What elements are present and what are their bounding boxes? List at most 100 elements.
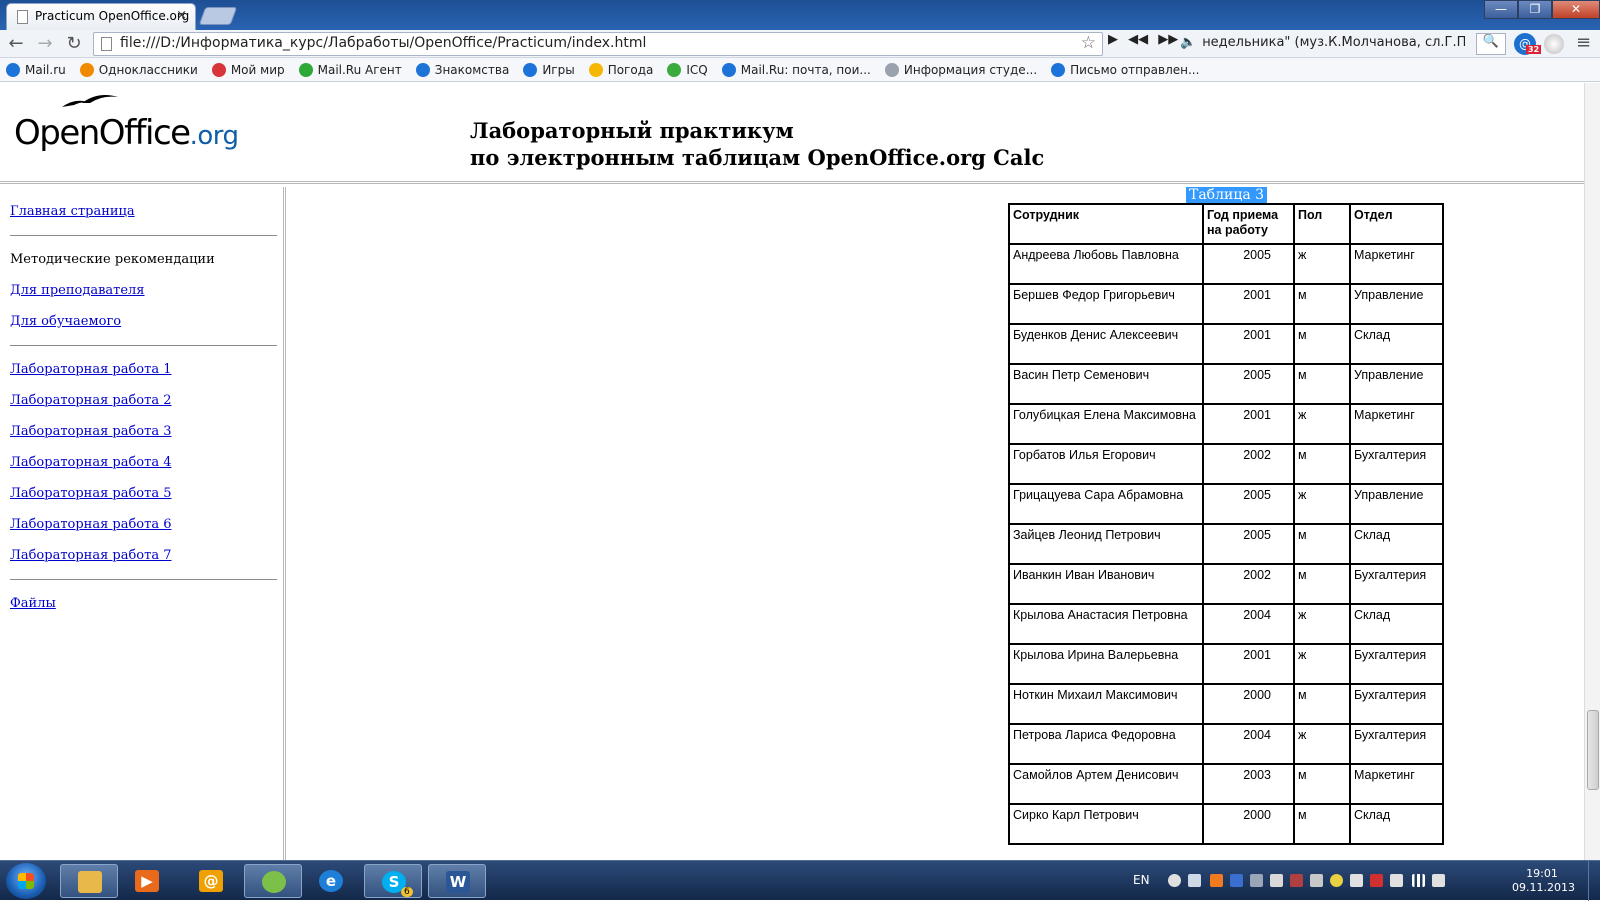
cell-employee: Сирко Карл Петрович [1008, 803, 1204, 845]
speaker-icon[interactable]: 🔈 [1180, 35, 1196, 50]
search-icon[interactable]: 🔍 [1476, 33, 1506, 55]
sidebar-link-files[interactable]: Файлы [10, 596, 283, 611]
sidebar-link-lab-5[interactable]: Лабораторная работа 5 [10, 486, 283, 501]
tray-app-icon[interactable] [1330, 874, 1343, 887]
taskbar-skype-button[interactable]: S6 [364, 864, 422, 898]
antivirus-icon[interactable] [1370, 874, 1383, 887]
bookmark-item[interactable]: Знакомства [415, 62, 509, 77]
taskbar-word-button[interactable]: W [428, 864, 486, 898]
column-header-gender: Пол [1293, 203, 1351, 245]
flag-icon[interactable] [1270, 874, 1283, 887]
address-bar[interactable]: file:///D:/Информатика_курс/Лабработы/Op… [93, 32, 1103, 56]
sidebar-link-home[interactable]: Главная страница [10, 204, 283, 219]
cell-department: Управление [1349, 483, 1444, 525]
media-player-icon: ▶ [135, 870, 159, 892]
clock-date: 09.11.2013 [1512, 881, 1575, 894]
table-row: Иванкин Иван Иванович 2002 м Бухгалтерия [1008, 563, 1444, 605]
bookmark-item[interactable]: Мой мир [211, 62, 285, 77]
volume-icon[interactable] [1432, 874, 1445, 887]
bookmark-item[interactable]: Игры [523, 62, 575, 77]
bookmark-item[interactable]: Погода [588, 62, 654, 77]
tab-close-icon[interactable]: × [176, 8, 187, 23]
bookmark-label: Игры [542, 62, 575, 77]
cell-department: Склад [1349, 603, 1444, 645]
cell-gender: м [1293, 363, 1351, 405]
mail-extension-icon[interactable]: @32 [1514, 33, 1542, 55]
browser-tab-active[interactable]: Practicum OpenOffice.org × [6, 3, 196, 30]
close-button[interactable]: ✕ [1552, 0, 1600, 19]
forward-button[interactable]: → [33, 32, 57, 56]
new-tab-button[interactable] [198, 7, 238, 25]
taskbar-media-player-button[interactable]: ▶ [118, 864, 176, 898]
cell-employee: Бершев Федор Григорьевич [1008, 283, 1204, 325]
tray-app-icon[interactable] [1290, 874, 1303, 887]
table-row: Крылова Анастасия Петровна 2004 ж Склад [1008, 603, 1444, 645]
bookmark-favicon-icon [721, 62, 736, 77]
cell-hire-year: 2005 [1202, 523, 1295, 565]
start-button[interactable] [6, 863, 46, 899]
show-desktop-button[interactable] [1588, 861, 1600, 901]
logo-birds-icon [62, 95, 118, 107]
menu-icon[interactable]: ≡ [1576, 32, 1591, 53]
bookmark-item[interactable]: Информация студе... [884, 62, 1038, 77]
page-header: OpenOffice.org Лабораторный практикум по… [0, 83, 1584, 184]
minimize-button[interactable]: — [1484, 0, 1518, 19]
sidebar-link-lab-7[interactable]: Лабораторная работа 7 [10, 548, 283, 563]
bookmark-label: Информация студе... [903, 62, 1038, 77]
taskbar-browser-button[interactable] [244, 864, 302, 898]
cell-department: Склад [1349, 323, 1444, 365]
usb-icon[interactable] [1250, 874, 1263, 887]
tray-app-icon[interactable] [1210, 874, 1223, 887]
cell-department: Бухгалтерия [1349, 643, 1444, 685]
sidebar-link-lab-1[interactable]: Лабораторная работа 1 [10, 362, 283, 377]
tray-app-icon[interactable] [1390, 874, 1403, 887]
bookmark-item[interactable]: Mail.Ru Агент [298, 62, 402, 77]
bluetooth-icon[interactable] [1230, 874, 1243, 887]
language-indicator[interactable]: EN [1133, 873, 1150, 887]
sidebar-link-lab-3[interactable]: Лабораторная работа 3 [10, 424, 283, 439]
fast-forward-icon[interactable]: ▶▶ [1158, 32, 1178, 47]
tray-app-icon[interactable] [1350, 874, 1363, 887]
bookmark-favicon-icon [588, 62, 603, 77]
bookmark-label: Mail.Ru: почта, пои... [740, 62, 871, 77]
network-icon[interactable] [1412, 874, 1425, 887]
maximize-button[interactable]: ❐ [1518, 0, 1552, 19]
sidebar-link-student[interactable]: Для обучаемого [10, 314, 283, 329]
bookmark-label: Погода [607, 62, 654, 77]
play-icon[interactable]: ▶ [1108, 32, 1118, 47]
clock[interactable]: 19:01 09.11.2013 [1512, 867, 1575, 895]
sidebar-divider [10, 235, 277, 236]
bookmark-item[interactable]: Mail.ru [6, 62, 66, 77]
bookmark-item[interactable]: Одноклассники [79, 62, 198, 77]
bookmark-label: Mail.ru [25, 62, 66, 77]
windows-taskbar: ▶ @ e S 6 W EN 19:01 09.11.2013 [0, 860, 1600, 901]
bookmark-item[interactable]: Mail.Ru: почта, пои... [721, 62, 871, 77]
sidebar-link-lab-6[interactable]: Лабораторная работа 6 [10, 517, 283, 532]
tray-app-icon[interactable] [1310, 874, 1323, 887]
help-icon[interactable] [1168, 874, 1181, 887]
cell-employee: Андреева Любовь Павловна [1008, 243, 1204, 285]
taskbar-internet-explorer-button[interactable]: e [302, 864, 360, 898]
back-button[interactable]: ← [4, 32, 28, 56]
sidebar-link-lab-4[interactable]: Лабораторная работа 4 [10, 455, 283, 470]
table-row: Бершев Федор Григорьевич 2001 м Управление [1008, 283, 1444, 325]
input-icon[interactable] [1188, 874, 1201, 887]
cell-employee: Петрова Лариса Федоровна [1008, 723, 1204, 765]
page-scrollbar[interactable] [1584, 83, 1600, 860]
bookmark-label: Mail.Ru Агент [317, 62, 402, 77]
sidebar-link-lab-2[interactable]: Лабораторная работа 2 [10, 393, 283, 408]
cell-gender: м [1293, 563, 1351, 605]
bookmark-item[interactable]: ICQ [667, 62, 708, 77]
taskbar-explorer-button[interactable] [60, 864, 118, 898]
bookmark-label: Письмо отправлен... [1070, 62, 1200, 77]
bookmark-favicon-icon [523, 62, 538, 77]
table-row: Крылова Ирина Валерьевна 2001 ж Бухгалтерия [1008, 643, 1444, 685]
scrollbar-thumb[interactable] [1587, 710, 1599, 790]
taskbar-mail-agent-button[interactable]: @ [182, 864, 240, 898]
rewind-icon[interactable]: ◀◀ [1128, 32, 1148, 47]
bookmark-item[interactable]: Письмо отправлен... [1051, 62, 1200, 77]
bookmark-star-icon[interactable]: ☆ [1081, 33, 1096, 53]
reload-button[interactable]: ↻ [62, 32, 86, 56]
sidebar-link-teacher[interactable]: Для преподавателя [10, 283, 283, 298]
extension-icon[interactable] [1544, 34, 1564, 54]
